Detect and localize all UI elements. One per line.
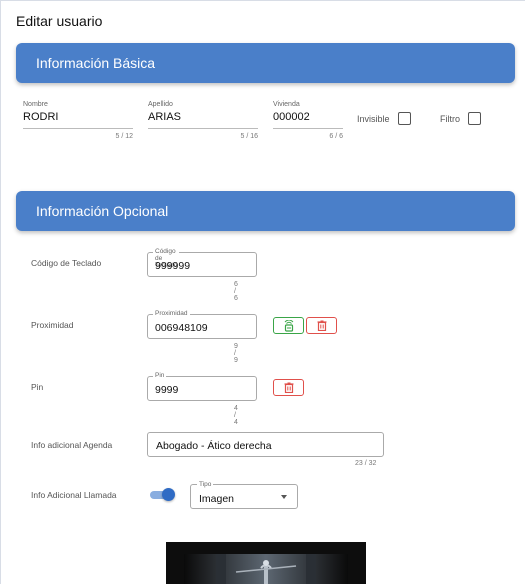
chevron-down-icon <box>281 495 287 499</box>
vivienda-counter: 6 / 6 <box>329 133 343 140</box>
tipo-label: Tipo <box>197 481 214 488</box>
invisible-label: Invisible <box>357 113 390 124</box>
apellido-counter: 5 / 16 <box>240 133 258 140</box>
scales-of-justice-image <box>166 542 366 584</box>
tipo-value: Imagen <box>199 493 235 505</box>
page-title: Editar usuario <box>16 13 103 29</box>
codigo-counter: 6 / 6 <box>234 281 238 302</box>
vivienda-underline <box>273 128 343 129</box>
read-proximity-button[interactable] <box>273 317 304 334</box>
image-preview <box>166 542 366 584</box>
delete-pin-button[interactable] <box>273 379 304 396</box>
proximidad-field-label: Proximidad <box>153 310 190 317</box>
llamada-toggle[interactable] <box>150 488 175 502</box>
vivienda-label: Vivienda <box>273 101 300 108</box>
optional-info-title: Información Opcional <box>36 203 169 219</box>
filtro-label: Filtro <box>440 113 460 124</box>
proximidad-row-label: Proximidad <box>31 320 74 330</box>
delete-proximity-button[interactable] <box>306 317 337 334</box>
nombre-underline <box>23 128 133 129</box>
nombre-value[interactable]: RODRI <box>23 111 58 123</box>
trash-icon <box>284 382 293 393</box>
optional-info-header: Información Opcional <box>16 191 515 231</box>
basic-info-title: Información Básica <box>36 55 156 71</box>
proximidad-counter: 9 / 9 <box>234 343 238 364</box>
filtro-checkbox-group[interactable]: Filtro <box>440 112 481 125</box>
pin-field-label: Pin <box>153 372 167 379</box>
pin-value[interactable]: 9999 <box>155 384 178 396</box>
filtro-checkbox[interactable] <box>468 112 481 125</box>
toggle-knob <box>162 488 175 501</box>
basic-info-header: Información Básica <box>16 43 515 83</box>
codigo-value[interactable]: 999999 <box>155 260 190 272</box>
agenda-field[interactable]: Abogado - Ático derecha <box>147 432 384 457</box>
apellido-label: Apellido <box>148 101 173 108</box>
invisible-checkbox-group[interactable]: Invisible <box>357 112 411 125</box>
proximidad-value[interactable]: 006948109 <box>155 322 208 334</box>
vivienda-value[interactable]: 000002 <box>273 111 310 123</box>
pin-counter: 4 / 4 <box>234 405 238 426</box>
tipo-select[interactable]: Tipo Imagen <box>190 481 298 509</box>
invisible-checkbox[interactable] <box>397 112 411 125</box>
agenda-row-label: Info adicional Agenda <box>31 440 113 450</box>
trash-icon <box>317 320 326 331</box>
agenda-counter: 23 / 32 <box>355 460 377 467</box>
codigo-row-label: Código de Teclado <box>31 258 102 268</box>
apellido-value[interactable]: ARIAS <box>148 111 181 123</box>
nombre-counter: 5 / 12 <box>115 133 133 140</box>
apellido-underline <box>148 128 258 129</box>
reader-icon <box>284 319 293 332</box>
llamada-row-label: Info Adicional Llamada <box>31 490 117 500</box>
pin-row-label: Pin <box>31 382 44 392</box>
nombre-label: Nombre <box>23 101 48 108</box>
agenda-value[interactable]: Abogado - Ático derecha <box>156 440 272 452</box>
